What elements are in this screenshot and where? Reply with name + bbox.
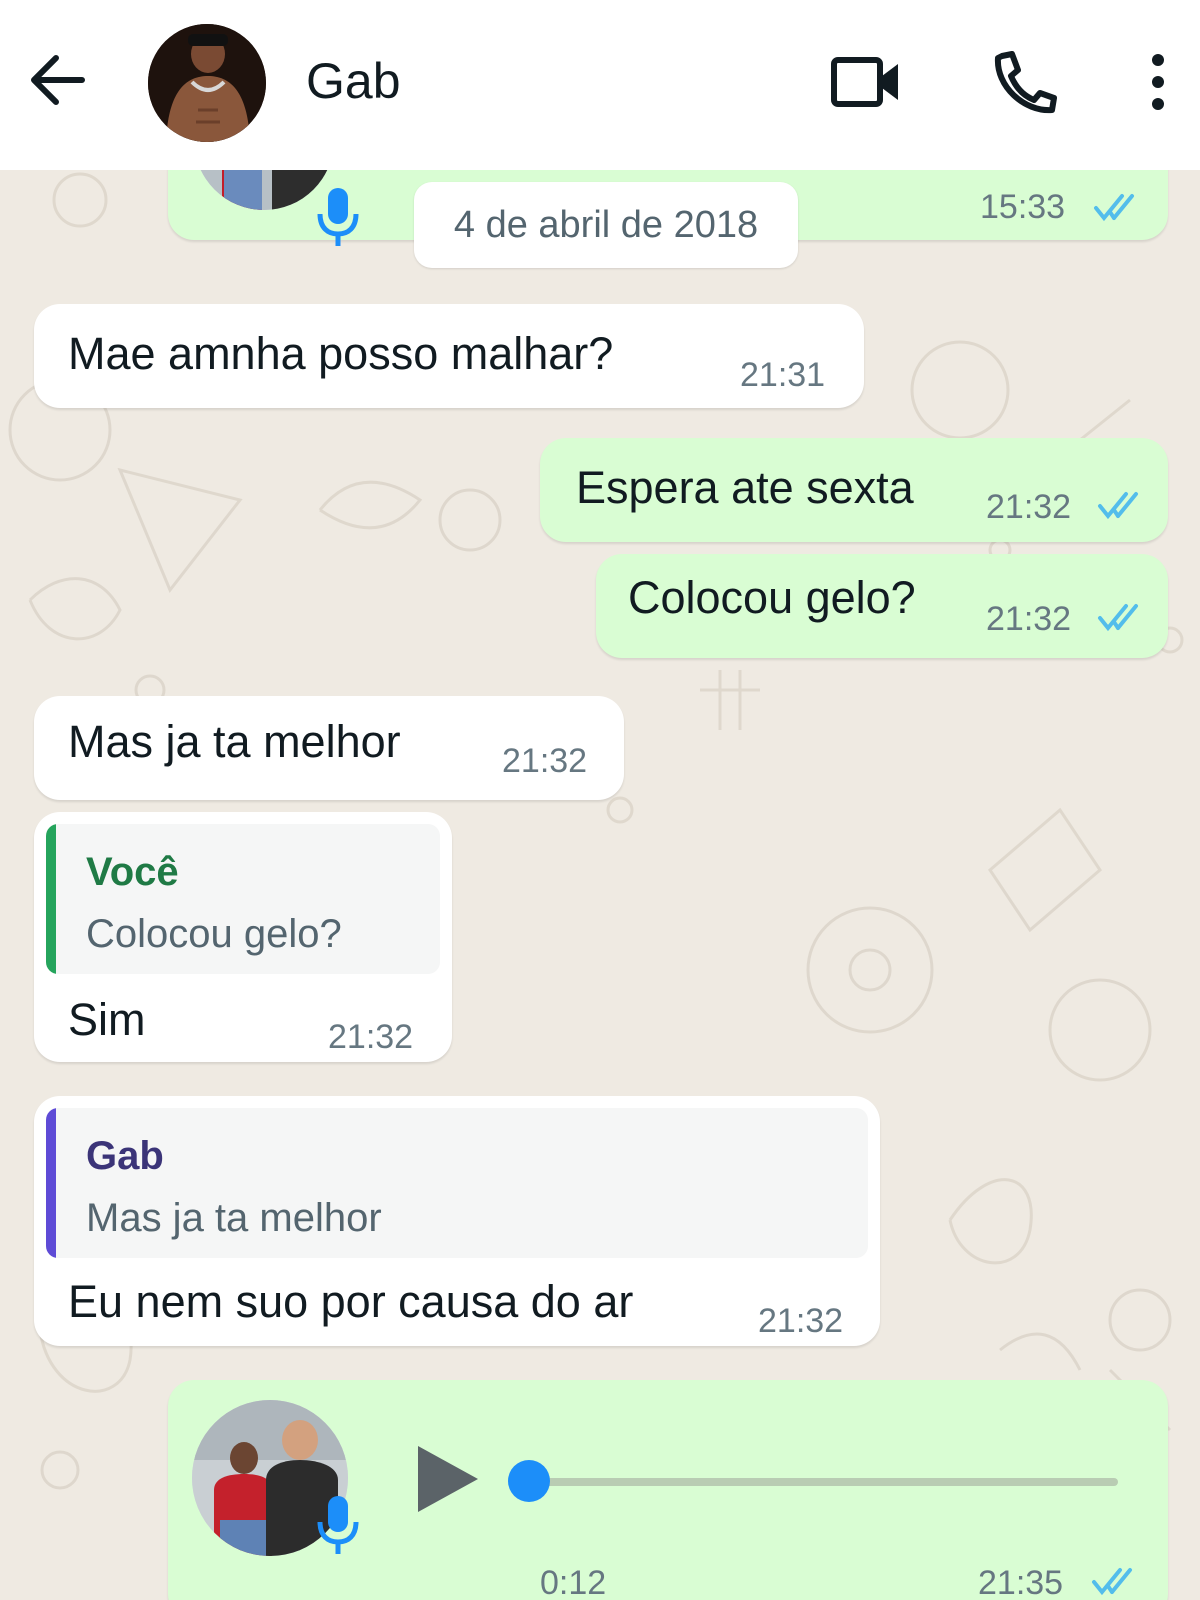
quote-text: Mas ja ta melhor: [86, 1196, 382, 1240]
read-ticks-icon: [1096, 490, 1150, 520]
back-arrow-icon[interactable]: [22, 44, 94, 116]
message-text: Mas ja ta melhor: [68, 716, 401, 767]
audio-seek-handle[interactable]: [508, 1460, 550, 1502]
message-bubble-incoming[interactable]: Mae amnha posso malhar? 21:31: [34, 304, 864, 408]
message-bubble-incoming-reply[interactable]: Você Colocou gelo? Sim 21:32: [34, 812, 452, 1062]
voice-message-sender-photo: [194, 170, 334, 210]
message-time: 21:32: [502, 742, 588, 780]
message-bubble-outgoing[interactable]: Colocou gelo? 21:32: [596, 554, 1168, 658]
audio-duration: 0:12: [540, 1564, 607, 1600]
message-time: 21:31: [740, 356, 826, 394]
message-bubble-incoming-reply[interactable]: Gab Mas ja ta melhor Eu nem suo por caus…: [34, 1096, 880, 1346]
message-time: 21:32: [986, 600, 1072, 638]
microphone-icon: [316, 1494, 360, 1558]
read-ticks-icon: [1096, 602, 1150, 632]
message-time: 21:35: [978, 1564, 1064, 1600]
read-ticks-icon: [1090, 1566, 1144, 1596]
message-time: 21:32: [758, 1302, 844, 1340]
quote-author: Gab: [86, 1134, 164, 1178]
chat-area[interactable]: 15:33 4 de abril de 2018 Mae amnha posso…: [0, 170, 1200, 1600]
voice-call-icon[interactable]: [986, 46, 1058, 118]
play-icon[interactable]: [414, 1442, 484, 1516]
quote-bar: [46, 1108, 56, 1258]
video-call-icon[interactable]: [826, 46, 906, 118]
message-text: Sim: [68, 994, 146, 1045]
quote-author: Você: [86, 850, 179, 894]
quoted-message[interactable]: Gab Mas ja ta melhor: [46, 1108, 868, 1258]
contact-avatar[interactable]: [148, 24, 266, 142]
message-time: 21:32: [328, 1018, 414, 1056]
chat-header: Gab: [0, 0, 1200, 170]
message-text: Mae amnha posso malhar?: [68, 328, 614, 379]
message-text: Colocou gelo?: [628, 572, 916, 623]
quote-text: Colocou gelo?: [86, 912, 342, 956]
message-bubble-outgoing[interactable]: Espera ate sexta 21:32: [540, 438, 1168, 542]
more-vertical-icon[interactable]: [1136, 46, 1180, 118]
message-time: 15:33: [980, 188, 1066, 226]
message-text: Eu nem suo por causa do ar: [68, 1276, 634, 1327]
voice-message-bubble[interactable]: 0:12 21:35: [168, 1380, 1168, 1600]
audio-seek-bar[interactable]: [508, 1460, 1118, 1502]
message-time: 21:32: [986, 488, 1072, 526]
microphone-icon: [316, 186, 360, 250]
message-text: Espera ate sexta: [576, 462, 914, 513]
contact-name[interactable]: Gab: [306, 52, 401, 110]
read-ticks-icon: [1092, 192, 1146, 222]
date-separator: 4 de abril de 2018: [414, 182, 798, 268]
message-bubble-incoming[interactable]: Mas ja ta melhor 21:32: [34, 696, 624, 800]
audio-track: [518, 1478, 1118, 1486]
quote-bar: [46, 824, 56, 974]
quoted-message[interactable]: Você Colocou gelo?: [46, 824, 440, 974]
